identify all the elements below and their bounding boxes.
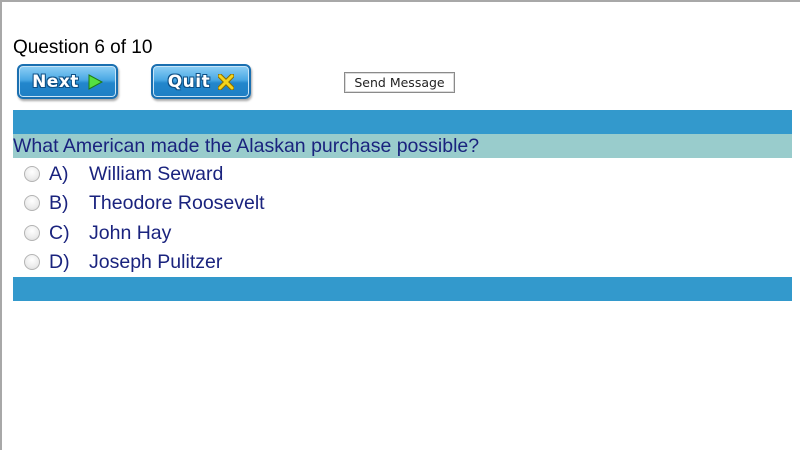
option-c[interactable]: C) John Hay — [22, 220, 171, 246]
send-message-button[interactable]: Send Message — [344, 72, 455, 93]
play-arrow-icon — [88, 73, 103, 90]
option-b[interactable]: B) Theodore Roosevelt — [22, 190, 265, 216]
option-b-text: Theodore Roosevelt — [89, 191, 265, 214]
next-button-label: Next — [32, 71, 79, 92]
header-bar — [13, 110, 792, 134]
option-b-letter: B) — [49, 191, 69, 214]
x-icon — [218, 73, 235, 90]
option-a[interactable]: A) William Seward — [22, 161, 223, 187]
option-a-letter: A) — [49, 162, 69, 185]
radio-b[interactable] — [24, 195, 40, 211]
radio-a[interactable] — [24, 166, 40, 182]
quit-button-label: Quit — [167, 71, 211, 92]
option-c-text: John Hay — [89, 221, 172, 244]
option-d[interactable]: D) Joseph Pulitzer — [22, 249, 222, 275]
question-text: What American made the Alaskan purchase … — [13, 134, 792, 158]
footer-bar — [13, 277, 792, 301]
quit-button[interactable]: Quit — [151, 64, 251, 99]
option-d-text: Joseph Pulitzer — [89, 250, 223, 273]
radio-d[interactable] — [24, 254, 40, 270]
option-d-letter: D) — [49, 250, 70, 273]
radio-c[interactable] — [24, 225, 40, 241]
next-button[interactable]: Next — [17, 64, 118, 99]
option-a-text: William Seward — [89, 162, 224, 185]
option-c-letter: C) — [49, 221, 70, 244]
question-counter: Question 6 of 10 — [13, 37, 153, 58]
